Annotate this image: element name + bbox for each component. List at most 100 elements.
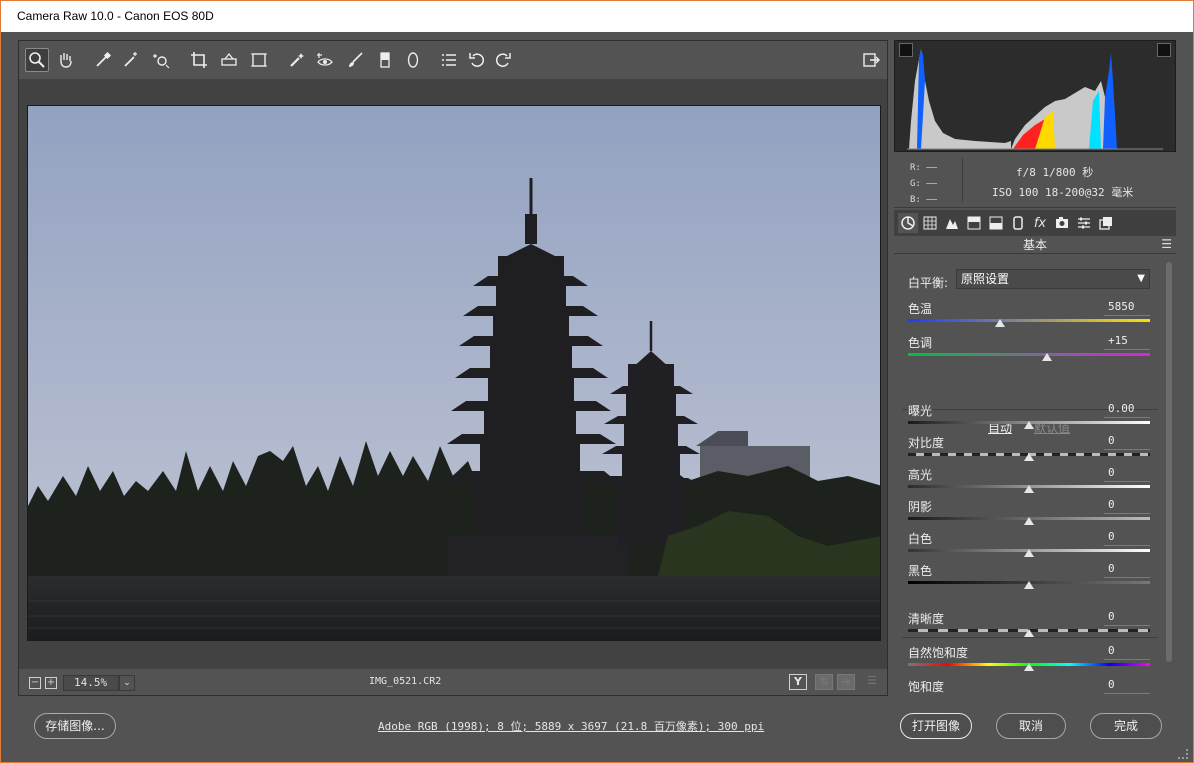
vibrance-slider-thumb[interactable] <box>1024 663 1034 671</box>
info-divider <box>962 158 963 202</box>
saturation-label: 饱和度 <box>908 680 945 694</box>
calibration-icon[interactable] <box>1052 213 1072 233</box>
before-after-toggle[interactable]: Y <box>789 674 807 690</box>
temperature-slider[interactable] <box>908 319 1150 322</box>
tone-curve-icon[interactable] <box>920 213 940 233</box>
whites-slider-thumb[interactable] <box>1024 549 1034 557</box>
presets-icon[interactable] <box>1074 213 1094 233</box>
tint-slider[interactable] <box>908 353 1150 356</box>
hsl-icon[interactable] <box>964 213 984 233</box>
radial-filter-icon[interactable] <box>401 48 425 72</box>
transform-icon[interactable] <box>247 48 271 72</box>
zoom-out-button[interactable]: − <box>29 677 41 689</box>
aperture-shutter: f/8 1/800 秒 <box>1016 166 1094 179</box>
temperature-label: 色温 <box>908 302 933 316</box>
zoom-icon[interactable] <box>25 48 49 72</box>
highlights-value[interactable]: 0 <box>1104 466 1150 482</box>
vibrance-value[interactable]: 0 <box>1104 644 1150 660</box>
rgb-readout: R: —— G: —— B: —— <box>910 160 937 208</box>
panel-title: 基本 <box>894 236 1176 254</box>
shadows-value[interactable]: 0 <box>1104 498 1150 514</box>
contrast-label: 对比度 <box>908 436 945 450</box>
file-name: IMG_0521.CR2 <box>369 676 442 687</box>
status-bar: − + 14.5% ⌄ IMG_0521.CR2 Y ⇅ ➜ ☰ <box>19 669 887 695</box>
graduated-filter-icon[interactable] <box>373 48 397 72</box>
highlights-label: 高光 <box>908 468 933 482</box>
whites-value[interactable]: 0 <box>1104 530 1150 546</box>
exposure-slider-thumb[interactable] <box>1024 421 1034 429</box>
zoom-level[interactable]: 14.5% <box>63 675 119 691</box>
preferences-icon[interactable] <box>437 48 461 72</box>
saturation-value[interactable]: 0 <box>1104 678 1150 694</box>
zoom-in-button[interactable]: + <box>45 677 57 689</box>
clarity-slider-thumb[interactable] <box>1024 629 1034 637</box>
image-info: R: —— G: —— B: —— f/8 1/800 秒 ISO 100 18… <box>894 154 1176 208</box>
clarity-label: 清晰度 <box>908 612 945 626</box>
whites-label: 白色 <box>908 532 933 546</box>
straighten-icon[interactable] <box>217 48 241 72</box>
done-button[interactable]: 完成 <box>1090 713 1162 739</box>
iso-lens: ISO 100 18-200@32 毫米 <box>992 186 1134 199</box>
basic-controls: 白平衡: 原照设置 ▼ 自动 默认值 色温 5850 色调 +15 曝光 0.00 对比度 0… <box>894 256 1164 696</box>
temperature-value[interactable]: 5850 <box>1104 300 1150 316</box>
window-title: Camera Raw 10.0 - Canon EOS 80D <box>17 9 214 23</box>
histogram-graph <box>907 49 1163 150</box>
blacks-label: 黑色 <box>908 564 933 578</box>
color-sampler-icon[interactable] <box>119 48 143 72</box>
split-toning-icon[interactable] <box>986 213 1006 233</box>
white-balance-label: 白平衡: <box>908 276 949 290</box>
snapshots-icon[interactable] <box>1096 213 1116 233</box>
panel-scroll-thumb[interactable] <box>1166 262 1172 662</box>
rotate-left-icon[interactable] <box>465 48 489 72</box>
title-bar: Camera Raw 10.0 - Canon EOS 80D <box>0 0 1194 32</box>
hand-icon[interactable] <box>53 48 77 72</box>
white-balance-value: 原照设置 <box>961 272 1010 286</box>
workflow-options-link[interactable]: Adobe RGB (1998); 8 位; 5889 x 3697 (21.8… <box>378 718 764 734</box>
cancel-button[interactable]: 取消 <box>996 713 1066 739</box>
panel-menu-icon[interactable]: ☰ <box>1161 237 1172 251</box>
settings-toggle-icon[interactable]: ☰ <box>863 674 881 690</box>
toolbar <box>19 41 887 79</box>
photo-preview[interactable] <box>27 105 881 641</box>
editor-area: − + 14.5% ⌄ IMG_0521.CR2 Y ⇅ ➜ ☰ <box>18 40 888 696</box>
zoom-dropdown[interactable]: ⌄ <box>119 675 135 691</box>
effects-icon[interactable]: fx <box>1030 213 1050 233</box>
section-divider <box>902 637 1158 638</box>
open-full-screen-icon[interactable] <box>859 48 883 72</box>
vibrance-label: 自然饱和度 <box>908 646 969 660</box>
basic-icon[interactable] <box>898 213 918 233</box>
resize-grip[interactable] <box>1178 749 1188 759</box>
copy-settings-icon[interactable]: ➜ <box>837 674 855 690</box>
detail-icon[interactable] <box>942 213 962 233</box>
rotate-right-icon[interactable] <box>491 48 515 72</box>
open-image-button[interactable]: 打开图像 <box>900 713 972 739</box>
tint-value[interactable]: +15 <box>1104 334 1150 350</box>
contrast-value[interactable]: 0 <box>1104 434 1150 450</box>
clarity-value[interactable]: 0 <box>1104 610 1150 626</box>
green-readout: G: —— <box>910 179 938 189</box>
adjustment-brush-icon[interactable] <box>343 48 367 72</box>
highlights-slider-thumb[interactable] <box>1024 485 1034 493</box>
red-eye-icon[interactable] <box>313 48 337 72</box>
crop-icon[interactable] <box>187 48 211 72</box>
save-image-button[interactable]: 存储图像... <box>34 713 116 739</box>
exposure-value[interactable]: 0.00 <box>1104 402 1150 418</box>
blacks-value[interactable]: 0 <box>1104 562 1150 578</box>
shadows-label: 阴影 <box>908 500 933 514</box>
tint-slider-thumb[interactable] <box>1042 353 1053 361</box>
swap-before-after-icon[interactable]: ⇅ <box>815 674 833 690</box>
contrast-slider-thumb[interactable] <box>1024 453 1034 461</box>
white-balance-icon[interactable] <box>91 48 115 72</box>
temperature-slider-thumb[interactable] <box>994 319 1005 327</box>
blacks-slider-thumb[interactable] <box>1024 581 1034 589</box>
spot-removal-icon[interactable] <box>285 48 309 72</box>
pagoda-photo <box>28 106 880 640</box>
target-adjust-icon[interactable] <box>149 48 173 72</box>
shadows-slider-thumb[interactable] <box>1024 517 1034 525</box>
exposure-label: 曝光 <box>908 404 933 418</box>
histogram <box>894 40 1176 152</box>
blue-readout: B: —— <box>910 195 938 205</box>
lens-icon[interactable] <box>1008 213 1028 233</box>
preview-stage <box>19 79 887 669</box>
white-balance-select[interactable]: 原照设置 ▼ <box>956 269 1150 289</box>
